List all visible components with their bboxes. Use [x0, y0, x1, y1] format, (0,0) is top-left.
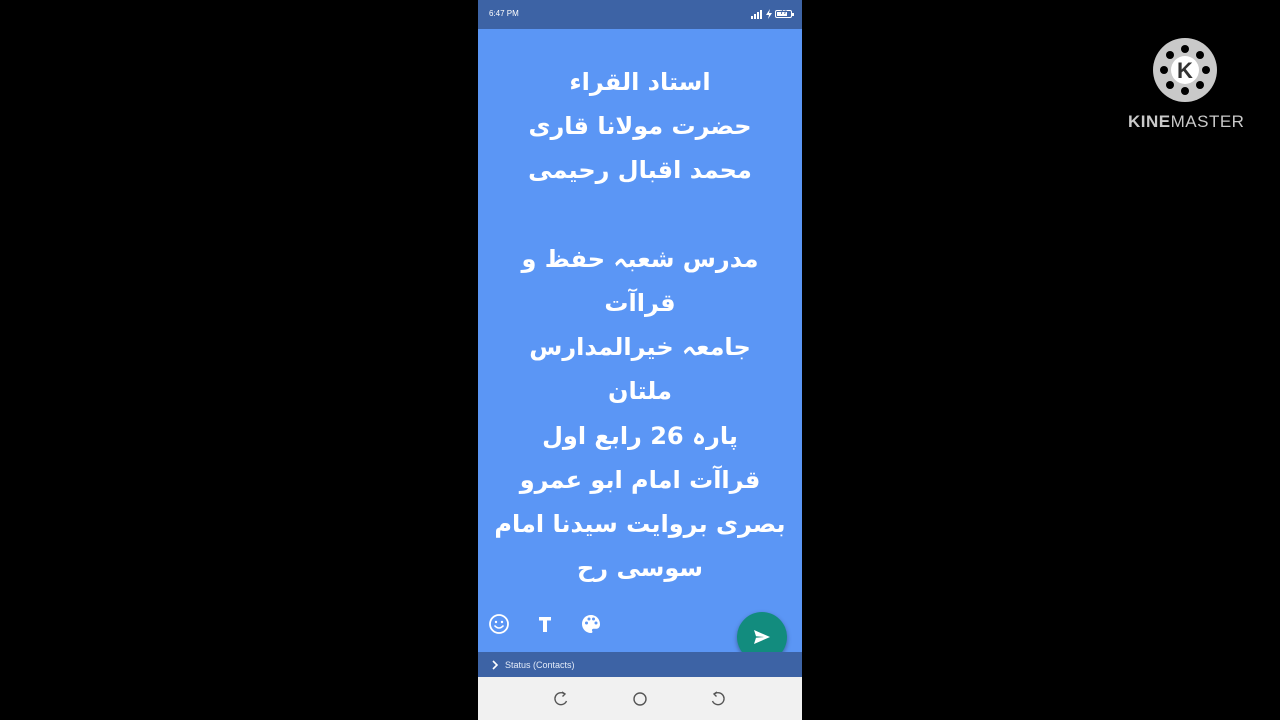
battery-icon: 77	[775, 10, 794, 18]
palette-icon	[582, 615, 600, 633]
kinemaster-logo-letter: K	[1177, 58, 1193, 83]
text-style-button[interactable]	[534, 613, 556, 635]
status-text[interactable]: استاد القراء حضرت مولانا قاری محمد اقبال ر…	[478, 60, 802, 590]
chevron-right-icon	[492, 659, 499, 670]
status-text-line: استاد القراء	[569, 68, 711, 96]
status-icons: 77	[751, 8, 794, 20]
send-icon	[754, 630, 770, 644]
audience-label: Status (Contacts)	[505, 659, 575, 670]
kinemaster-brand-a: KINE	[1128, 112, 1171, 131]
kinemaster-wordmark: KINEMASTER	[1128, 112, 1244, 132]
status-text-line	[478, 193, 802, 237]
kinemaster-logo-icon: K	[1153, 38, 1217, 102]
emoji-button[interactable]	[488, 613, 510, 635]
home-icon[interactable]	[631, 690, 649, 708]
recents-icon[interactable]	[709, 690, 727, 708]
background-color-button[interactable]	[580, 613, 602, 635]
status-text-line: جامعہ خیرالمدارس	[529, 333, 751, 362]
status-text-line: محمد اقبال رحیمی	[528, 156, 752, 185]
status-text-line: پارہ 26 رابع اول	[542, 421, 738, 450]
status-bar: 6:47 PM 77	[478, 0, 802, 29]
phone-screen: 6:47 PM 77 استاد القراء حضرت مولانا قاری م…	[478, 0, 802, 720]
emoji-icon	[489, 614, 509, 634]
status-text-line: قراآت امام ابو عمرو	[519, 465, 761, 494]
kinemaster-brand-b: MASTER	[1170, 112, 1245, 131]
status-time: 6:47 PM	[489, 9, 519, 18]
status-text-line: ملتان	[608, 377, 672, 406]
composer-toolbar	[488, 613, 602, 635]
charging-icon	[766, 9, 772, 19]
battery-percent: 77	[780, 10, 787, 16]
audience-selector[interactable]: Status (Contacts)	[478, 652, 802, 677]
status-text-line: بصری بروایت سیدنا امام	[494, 510, 786, 539]
status-text-line: قراآت	[604, 289, 676, 318]
status-text-line: مدرس شعبہ حفظ و	[521, 244, 759, 273]
status-text-line: سوسی رح	[577, 554, 703, 583]
back-icon[interactable]	[552, 690, 570, 708]
navigation-bar	[478, 677, 802, 720]
kinemaster-watermark: K KINEMASTER	[1120, 34, 1250, 144]
status-text-line: حضرت مولانا قاری	[528, 112, 752, 141]
text-style-icon	[539, 617, 551, 632]
signal-icon	[751, 9, 762, 19]
